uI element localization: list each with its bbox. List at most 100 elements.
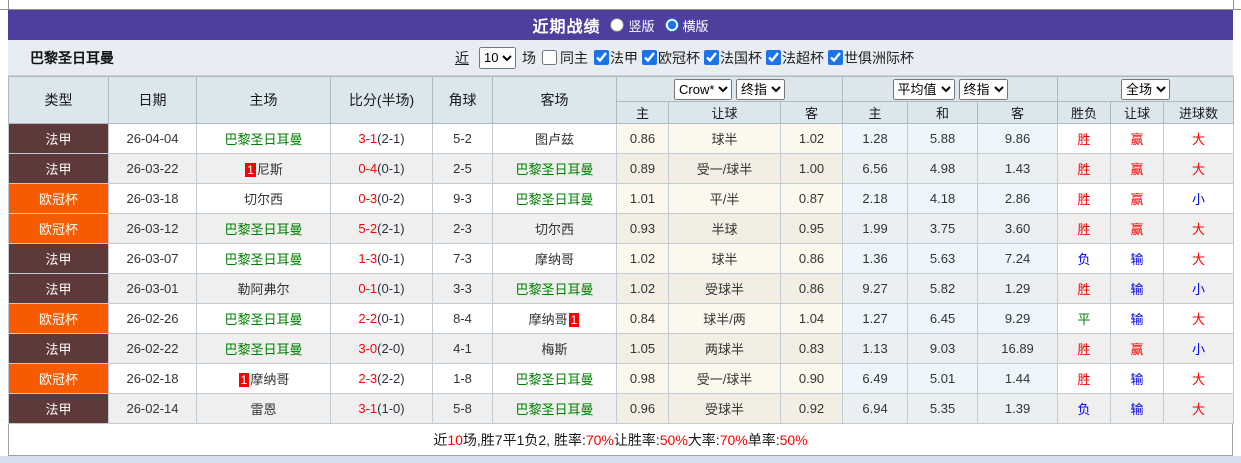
- league-filter-checkbox-1[interactable]: [642, 50, 657, 65]
- handicap-cell: 受球半: [668, 393, 781, 424]
- league-filter-label-2: 法国杯: [720, 49, 762, 66]
- away-team-cell: 图卢兹: [492, 123, 617, 154]
- same-home-checkbox[interactable]: [542, 50, 557, 65]
- summary-segment-5: 50%: [659, 431, 688, 448]
- team-name: 巴黎圣日耳曼: [30, 49, 114, 66]
- rank-badge: 1: [245, 163, 256, 177]
- league-filter-checkbox-0[interactable]: [594, 50, 609, 65]
- home-odds-cell: 0.84: [616, 303, 669, 334]
- full-time-score: 1-3: [358, 251, 378, 266]
- vertical-layout-radio[interactable]: [610, 18, 625, 32]
- away-odds-cell: 0.92: [779, 393, 844, 424]
- home-odds-cell: 1.01: [616, 183, 669, 214]
- summary-segment-0: 近: [433, 431, 448, 448]
- match-row: 法甲 26-04-04 巴黎圣日耳曼 3-1(2-1) 5-2 图卢兹 0.86 球半 1.02…: [8, 123, 1235, 154]
- corner-cell: 1-8: [432, 363, 493, 394]
- avg-mode-select[interactable]: 平均值: [892, 78, 955, 100]
- avg-home-cell: 1.27: [842, 303, 909, 334]
- away-team-name: 摩纳哥: [534, 252, 574, 267]
- match-date-cell: 26-02-14: [108, 393, 197, 424]
- league-filter-checkbox-3[interactable]: [766, 50, 781, 65]
- avg-home-cell: 6.94: [842, 393, 909, 424]
- avg-home-cell: 2.18: [842, 183, 909, 214]
- handicap-result-cell: 赢: [1110, 123, 1165, 154]
- half-time-score: (0-1): [377, 311, 405, 326]
- sub-header-home-odds: 主: [616, 101, 669, 124]
- corner-cell: 8-4: [432, 303, 493, 334]
- layout-vertical-option[interactable]: 竖版: [610, 16, 655, 35]
- handicap-cell: 球半: [668, 123, 781, 154]
- match-row: 法甲 26-02-14 雷恩 3-1(1-0) 5-8 巴黎圣日耳曼 0.96 受球半 0.92…: [8, 393, 1235, 424]
- handicap-result-cell: 赢: [1110, 213, 1165, 244]
- full-time-score: 0-3: [358, 191, 378, 206]
- odds-stage-select-right[interactable]: 终指: [958, 78, 1008, 100]
- match-date-cell: 26-02-22: [108, 333, 197, 364]
- sub-header-goals: 进球数: [1163, 101, 1235, 124]
- sub-header-avg-home: 主: [842, 101, 909, 124]
- home-team-name: 摩纳哥: [250, 372, 290, 387]
- handicap-cell: 受球半: [668, 273, 781, 304]
- score-cell: 2-3(2-2): [330, 363, 433, 394]
- home-odds-cell: 0.86: [616, 123, 669, 154]
- same-home-label: 同主: [560, 49, 588, 66]
- home-team-name: 切尔西: [243, 192, 283, 207]
- section-title: 近期战绩: [532, 19, 601, 36]
- goals-result-cell: 大: [1163, 153, 1235, 184]
- away-odds-cell: 0.83: [779, 333, 844, 364]
- score-cell: 1-3(0-1): [330, 243, 433, 274]
- corner-cell: 2-3: [432, 213, 493, 244]
- rank-badge: 1: [568, 313, 580, 327]
- avg-away-cell: 1.43: [977, 153, 1059, 184]
- odds-company-select[interactable]: Crow*: [674, 78, 733, 100]
- corner-cell: 3-3: [432, 273, 493, 304]
- league-filter-checkbox-2[interactable]: [704, 50, 719, 65]
- away-team-cell: 巴黎圣日耳曼: [492, 153, 617, 184]
- league-filter-label-3: 法超杯: [782, 49, 824, 66]
- league-type-cell: 法甲: [8, 393, 109, 424]
- away-team-cell: 梅斯: [492, 333, 617, 364]
- odds-stage-select-left[interactable]: 终指: [736, 78, 786, 100]
- selects-row: 类型 日期 主场 比分(半场) 角球 客场 Crow* 终指 平均值 终指 全场: [8, 76, 1235, 124]
- scope-select[interactable]: 全场: [1121, 78, 1171, 100]
- match-row: 欧冠杯 26-03-12 巴黎圣日耳曼 5-2(2-1) 2-3 切尔西 0.93 半球 0.9…: [8, 213, 1235, 244]
- league-type-cell: 法甲: [8, 333, 109, 364]
- summary-row: 近 10 场,胜7平1负2, 胜率: 70% 让胜率: 50% 大率: 70% 单率: 50…: [8, 424, 1233, 456]
- avg-away-cell: 1.29: [977, 273, 1059, 304]
- away-team-name: 巴黎圣日耳曼: [515, 282, 594, 297]
- full-time-score: 0-4: [358, 161, 378, 176]
- home-team-cell: 巴黎圣日耳曼: [196, 243, 331, 274]
- winlose-result-cell: 胜: [1057, 183, 1112, 214]
- away-odds-cell: 1.02: [779, 123, 844, 154]
- recent-link[interactable]: 近: [455, 48, 469, 68]
- recent-count-select[interactable]: 10: [479, 46, 516, 69]
- away-team-cell: 巴黎圣日耳曼: [492, 363, 617, 394]
- recent-results-panel: 近期战绩 竖版 横版 巴黎圣日耳曼 近 10 场 同主 法甲 欧冠杯 法国杯 法超杯世…: [8, 10, 1235, 456]
- full-time-score: 0-1: [358, 281, 378, 296]
- match-date-cell: 26-03-01: [108, 273, 197, 304]
- match-row: 法甲 26-02-22 巴黎圣日耳曼 3-0(2-0) 4-1 梅斯 1.05 两球半 0.83…: [8, 333, 1235, 364]
- league-type-cell: 欧冠杯: [8, 183, 109, 214]
- handicap-odds-header: Crow* 终指: [615, 76, 844, 102]
- match-row: 欧冠杯 26-03-18 切尔西 0-3(0-2) 9-3 巴黎圣日耳曼 1.01 平/半 0.…: [8, 183, 1235, 214]
- half-time-score: (1-0): [377, 401, 405, 416]
- home-team-cell: 切尔西: [196, 183, 331, 214]
- avg-away-cell: 16.89: [977, 333, 1059, 364]
- avg-draw-cell: 3.75: [907, 213, 979, 244]
- vertical-layout-label: 竖版: [628, 18, 655, 34]
- home-odds-cell: 0.89: [616, 153, 669, 184]
- handicap-result-cell: 赢: [1110, 333, 1165, 364]
- away-team-name: 巴黎圣日耳曼: [515, 192, 594, 207]
- goals-result-cell: 小: [1163, 183, 1235, 214]
- league-filter-checkbox-4[interactable]: [828, 50, 843, 65]
- avg-draw-cell: 5.01: [907, 363, 979, 394]
- full-time-score: 3-1: [358, 401, 378, 416]
- avg-away-cell: 2.86: [977, 183, 1059, 214]
- avg-away-cell: 9.29: [977, 303, 1059, 334]
- winlose-result-cell: 胜: [1057, 123, 1112, 154]
- match-row: 欧冠杯 26-02-18 1 摩纳哥 2-3(2-2) 1-8 巴黎圣日耳曼 0.98 受一/球…: [8, 363, 1235, 394]
- horizontal-layout-radio[interactable]: [664, 18, 679, 32]
- league-filter-label-1: 欧冠杯: [658, 49, 700, 66]
- avg-home-cell: 6.49: [842, 363, 909, 394]
- layout-horizontal-option[interactable]: 横版: [664, 16, 709, 35]
- avg-draw-cell: 5.82: [907, 273, 979, 304]
